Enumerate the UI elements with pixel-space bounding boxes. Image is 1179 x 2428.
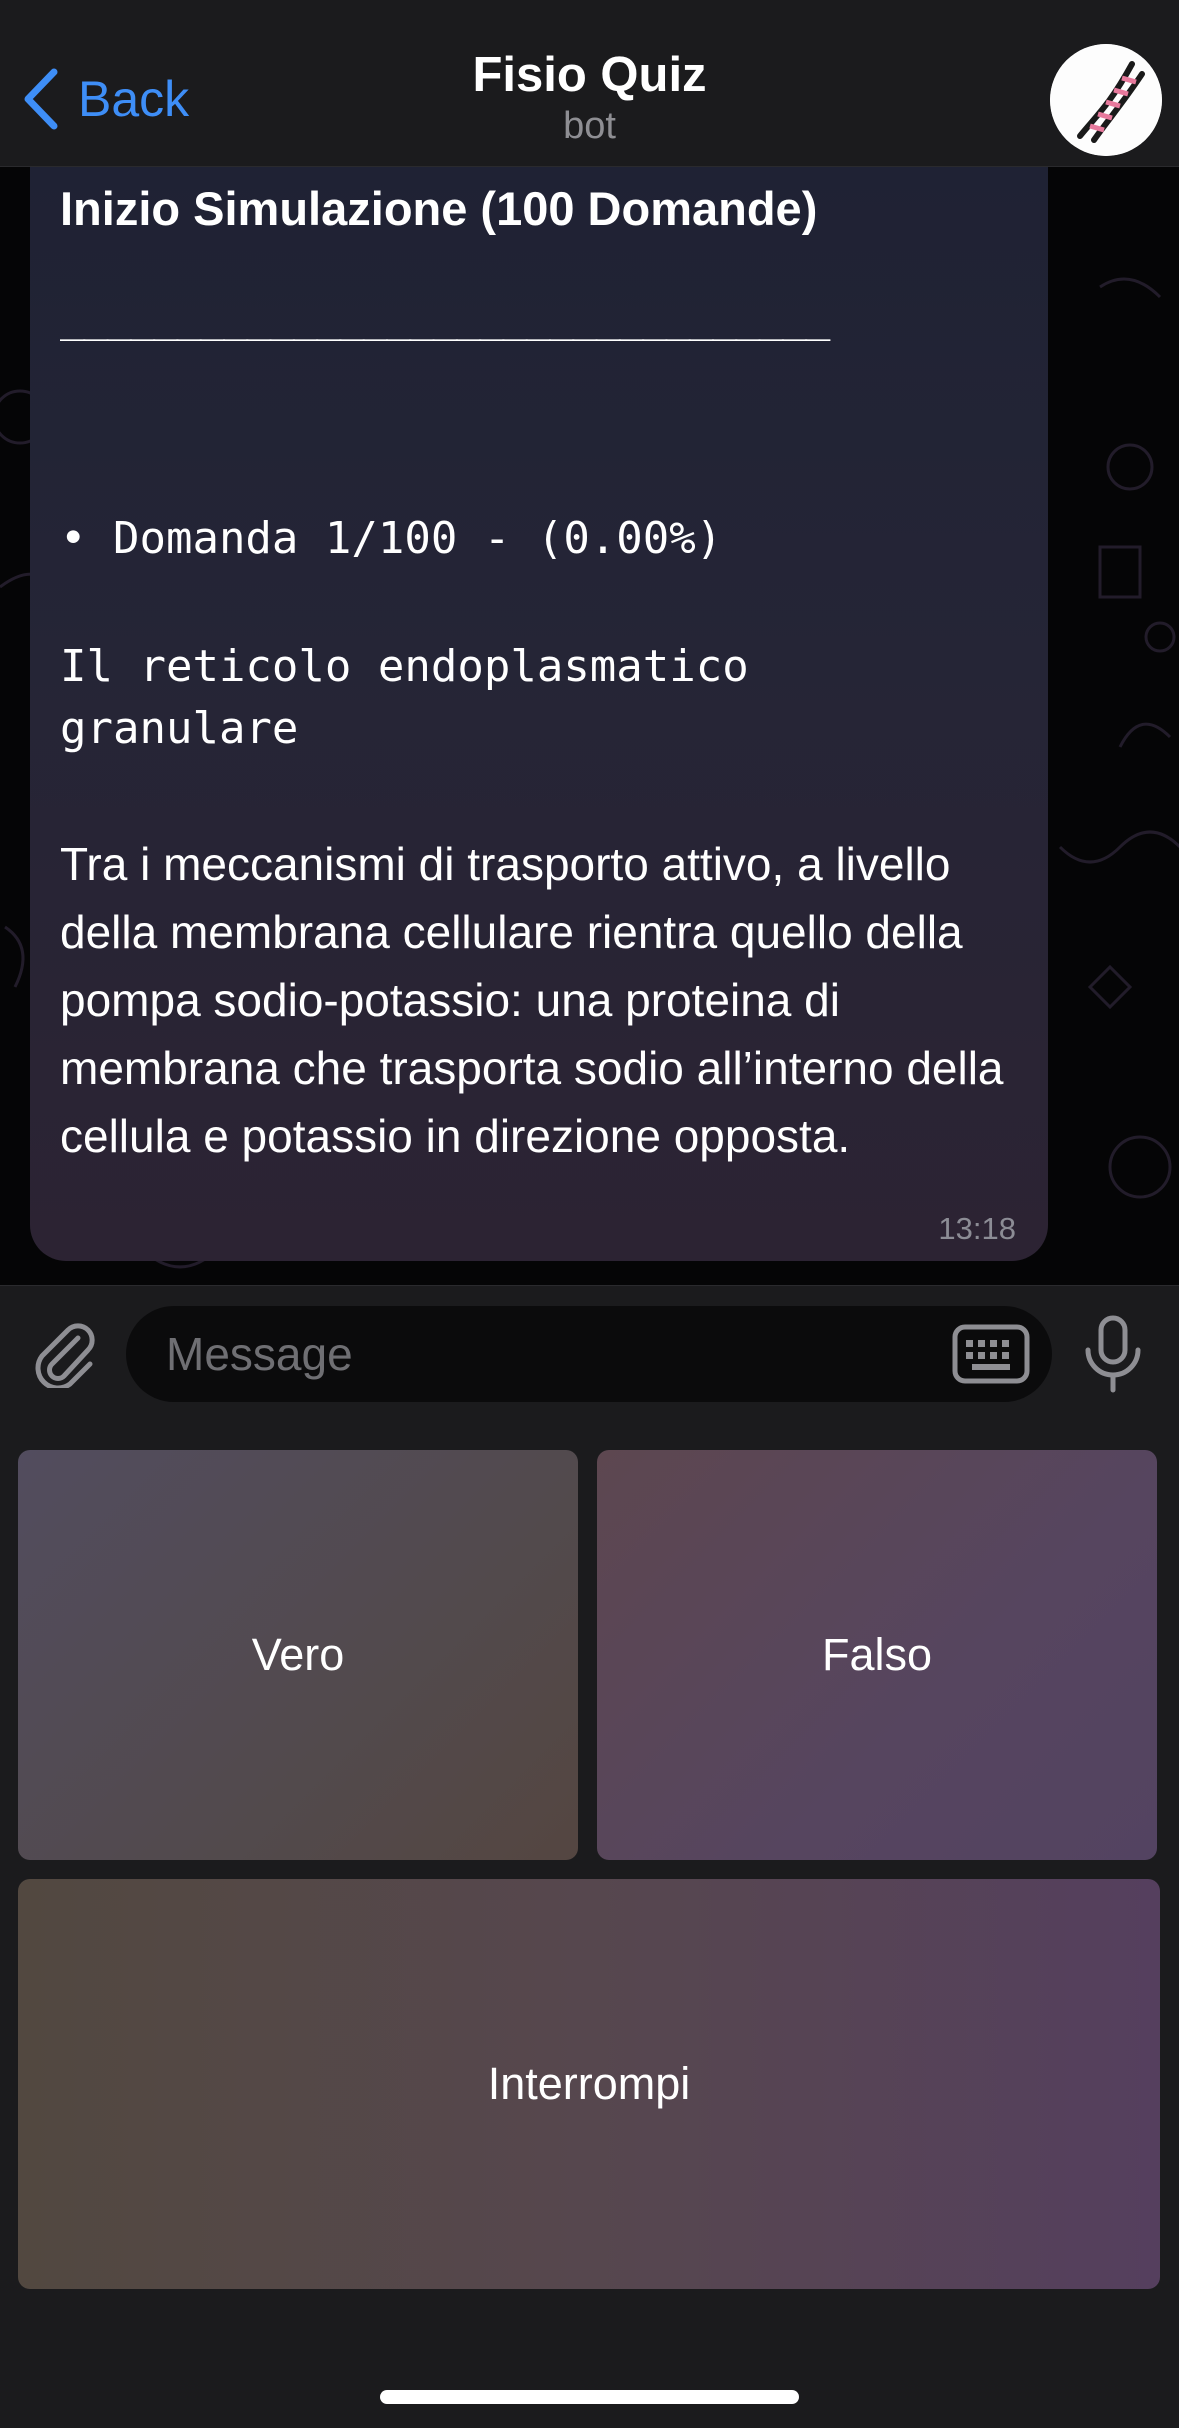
message-bubble[interactable]: Inizio Simulazione (100 Domande) _______… [30, 167, 1048, 1261]
message-input[interactable]: Message [126, 1306, 1052, 1402]
question-statement: Tra i meccanismi di trasporto attivo, a … [60, 838, 1004, 1162]
chat-title-area[interactable]: Fisio Quiz bot [300, 46, 879, 148]
back-label: Back [78, 71, 190, 127]
chat-subtitle: bot [563, 105, 616, 147]
dna-icon [1050, 44, 1162, 156]
falso-button[interactable]: Falso [597, 1450, 1157, 1860]
message-separator: _________________________________ [60, 292, 830, 341]
home-indicator[interactable] [380, 2390, 799, 2404]
paperclip-icon[interactable] [28, 1316, 100, 1388]
chat-area[interactable]: Inizio Simulazione (100 Domande) _______… [0, 167, 1179, 1285]
question-counter: • Domanda 1/100 - (0.00%) [60, 513, 723, 564]
microphone-icon[interactable] [1082, 1314, 1144, 1394]
reply-keyboard: Vero Falso Interrompi [0, 1421, 1179, 2428]
keyboard-icon[interactable] [952, 1324, 1030, 1384]
message-title: Inizio Simulazione (100 Domande) [60, 182, 818, 235]
question-topic: Il reticolo endoplasmatico granulare [60, 641, 749, 754]
chat-title: Fisio Quiz [472, 48, 707, 102]
chat-header: Back Fisio Quiz bot [0, 0, 1179, 167]
chevron-left-icon [24, 68, 58, 130]
back-button[interactable]: Back [20, 66, 189, 132]
message-composer: Message [0, 1285, 1179, 1422]
vero-button[interactable]: Vero [18, 1450, 578, 1860]
interrompi-button[interactable]: Interrompi [18, 1879, 1160, 2289]
message-timestamp: 13:18 [938, 1211, 1016, 1246]
bot-avatar[interactable] [1050, 44, 1162, 156]
message-input-placeholder: Message [166, 1328, 353, 1380]
